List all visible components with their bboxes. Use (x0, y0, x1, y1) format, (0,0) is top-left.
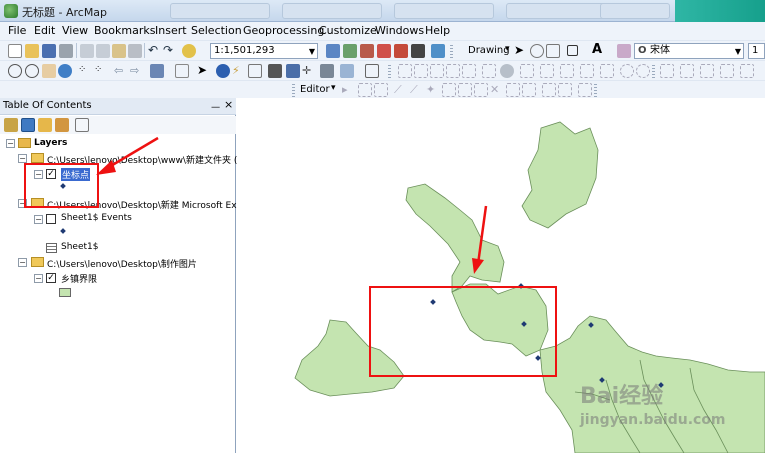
annotation-arrowhead (96, 160, 116, 175)
watermark: Bai经验 jingyan.baidu.com (580, 378, 726, 428)
township-polygon (521, 121, 599, 229)
township-polygon (405, 183, 505, 293)
watermark-brand: Bai经验 (580, 384, 664, 409)
annotation-highlight-box (369, 286, 557, 377)
watermark-domain: jingyan.baidu.com (580, 412, 726, 428)
